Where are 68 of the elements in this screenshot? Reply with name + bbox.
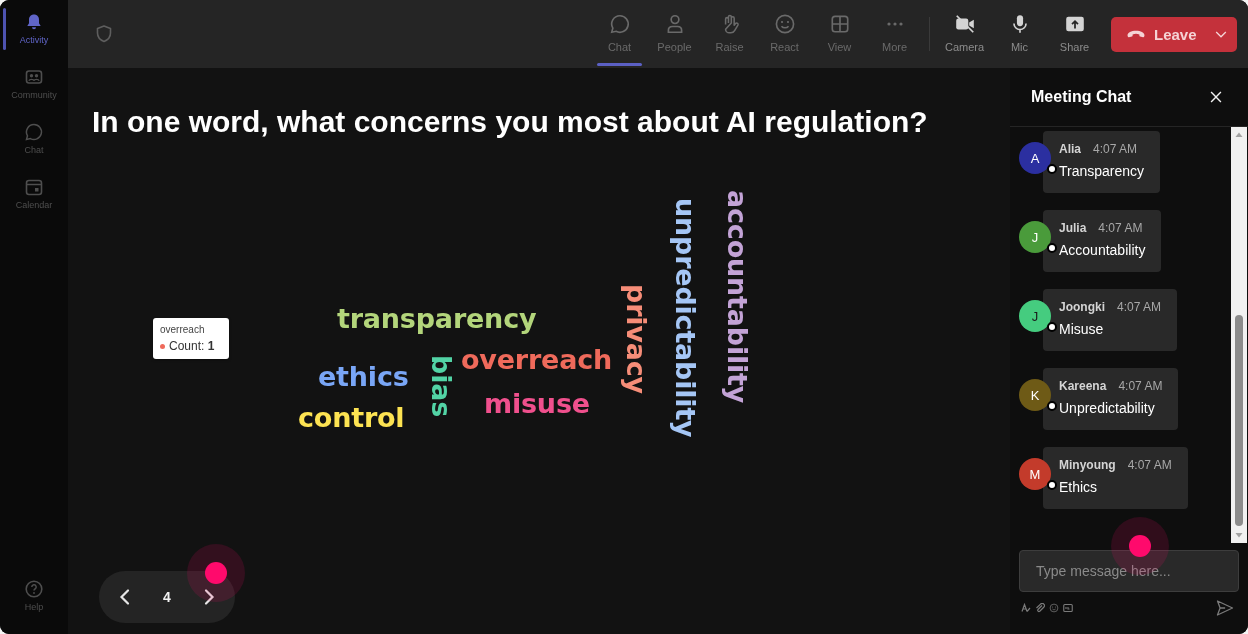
sidebar-item[interactable]: Chat bbox=[0, 110, 68, 165]
tooltip-title: overreach bbox=[160, 324, 206, 336]
cloud-word: misuse bbox=[484, 390, 590, 417]
people-card-icon bbox=[24, 67, 44, 87]
cloud-word: unpredictability bbox=[672, 198, 699, 438]
cloud-word: control bbox=[298, 404, 405, 431]
poll-question: In one word, what concerns you most about AI regulation? bbox=[92, 105, 929, 139]
sender-name: Alia bbox=[1059, 142, 1081, 156]
close-button[interactable] bbox=[1208, 89, 1224, 105]
toolbar-button[interactable]: Raise bbox=[702, 0, 757, 68]
share-button[interactable]: Share bbox=[1047, 0, 1102, 68]
cloud-word: accountability bbox=[724, 190, 751, 404]
emoji-icon bbox=[1049, 603, 1059, 613]
avatar: J bbox=[1019, 300, 1051, 332]
camera-off-icon bbox=[953, 13, 976, 35]
device-toggle-button[interactable]: Mic bbox=[992, 0, 1047, 68]
send-icon bbox=[1215, 598, 1235, 618]
page-number: 4 bbox=[163, 589, 171, 605]
leave-button[interactable]: Leave bbox=[1111, 16, 1237, 52]
text-format-icon bbox=[1021, 603, 1031, 613]
cloud-word: ethics bbox=[318, 363, 409, 390]
paperclip-icon bbox=[1035, 603, 1045, 613]
cloud-word: overreach bbox=[461, 346, 613, 373]
shield-icon bbox=[94, 24, 114, 44]
avatar: K bbox=[1019, 379, 1051, 411]
message-time: 4:07 AM bbox=[1093, 142, 1138, 156]
message-text: Transparency bbox=[1059, 163, 1145, 180]
message-input[interactable]: Type message here... bbox=[1019, 550, 1239, 592]
device-toggle-button[interactable]: Camera bbox=[937, 0, 992, 68]
sender-name: Joongki bbox=[1059, 300, 1105, 314]
sender-name: Minyoung bbox=[1059, 458, 1116, 472]
close-icon bbox=[1209, 90, 1223, 104]
message-time: 4:07 AM bbox=[1098, 221, 1143, 235]
chat-bubble-icon bbox=[608, 13, 631, 35]
message-time: 4:07 AM bbox=[1118, 379, 1163, 393]
sidebar-item[interactable]: Activity bbox=[0, 0, 68, 55]
sender-name: Julia bbox=[1059, 221, 1087, 235]
scrollbar-thumb[interactable] bbox=[1235, 315, 1243, 526]
scroll-up-arrow-icon bbox=[1234, 130, 1244, 140]
calendar-icon bbox=[24, 177, 44, 197]
toolbar-button[interactable]: People bbox=[647, 0, 702, 68]
cloud-word: bias bbox=[428, 355, 455, 418]
sidebar-item[interactable]: Community bbox=[0, 55, 68, 110]
grid-icon bbox=[828, 13, 851, 35]
avatar: M bbox=[1019, 458, 1051, 490]
avatar: J bbox=[1019, 221, 1051, 253]
more-dots-icon bbox=[886, 22, 903, 26]
cloud-word: transparency bbox=[337, 305, 537, 332]
cloud-word: privacy bbox=[623, 284, 650, 394]
toolbar-button[interactable]: More bbox=[867, 0, 922, 68]
toolbar-button[interactable]: Chat bbox=[592, 0, 647, 68]
message-time: 4:07 AM bbox=[1127, 458, 1172, 472]
gif-icon bbox=[1063, 603, 1073, 613]
chat-bubble-icon bbox=[24, 122, 44, 142]
message-text: Ethics bbox=[1059, 479, 1099, 496]
sender-name: Kareena bbox=[1059, 379, 1107, 393]
avatar: A bbox=[1019, 142, 1051, 174]
message-text: Unpredictability bbox=[1059, 400, 1156, 417]
message-text: Misuse bbox=[1059, 321, 1105, 338]
message-time: 4:07 AM bbox=[1117, 300, 1162, 314]
panel-title: Meeting Chat bbox=[1031, 88, 1132, 106]
smiley-icon bbox=[773, 13, 796, 35]
toolbar-button[interactable]: View bbox=[812, 0, 867, 68]
toolbar-button[interactable]: React bbox=[757, 0, 812, 68]
scroll-down-arrow-icon bbox=[1234, 530, 1244, 540]
help-icon bbox=[24, 579, 44, 599]
message-text: Accountability bbox=[1059, 242, 1146, 259]
tooltip-count: Count: 1 bbox=[169, 339, 215, 353]
